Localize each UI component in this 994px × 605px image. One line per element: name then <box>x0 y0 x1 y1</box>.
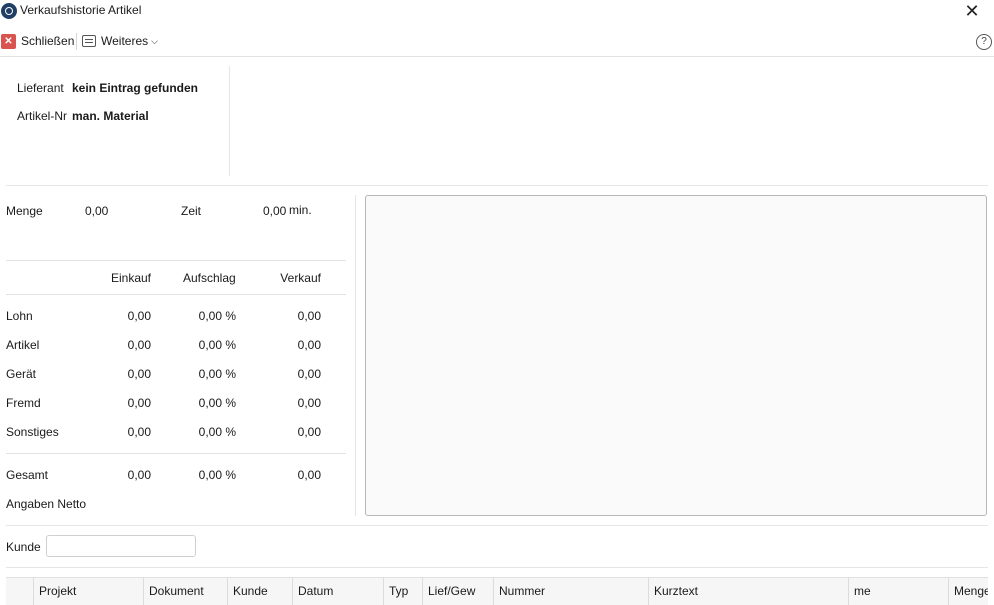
lieferant-label: Lieferant <box>17 81 64 95</box>
geraet-aufschlag: 0,00 % <box>198 367 236 381</box>
window-title: Verkaufshistorie Artikel <box>20 3 142 17</box>
sonstiges-verkauf: 0,00 <box>297 425 321 439</box>
close-button-label: Schließen <box>21 34 75 48</box>
divider <box>6 567 988 568</box>
fremd-verkauf: 0,00 <box>297 396 321 410</box>
divider <box>6 453 346 454</box>
divider <box>6 294 346 295</box>
fremd-einkauf: 0,00 <box>127 396 151 410</box>
artikel-nr-value: man. Material <box>72 109 149 123</box>
zeit-label: Zeit <box>181 204 202 218</box>
grid-header: Projekt Dokument Kunde Datum Typ Lief/Ge… <box>6 577 988 605</box>
lohn-aufschlag: 0,00 % <box>198 309 236 323</box>
help-icon[interactable]: ? <box>976 34 992 50</box>
divider-vertical <box>229 66 230 176</box>
divider-vertical <box>355 195 356 516</box>
zeit-unit: min. <box>289 203 312 217</box>
artikel-einkauf: 0,00 <box>127 338 151 352</box>
artikel-nr-label: Artikel-Nr <box>17 109 67 123</box>
close-red-icon: ✕ <box>1 33 16 49</box>
title-bar <box>0 0 994 24</box>
close-button[interactable]: ✕ Schließen <box>1 32 74 50</box>
list-icon <box>82 35 96 47</box>
grid-col-menge[interactable]: Menge <box>948 578 988 605</box>
gesamt-verkauf: 0,00 <box>297 468 321 482</box>
grid-col-dokument[interactable]: Dokument <box>143 578 227 605</box>
header-einkauf: Einkauf <box>110 271 151 285</box>
lieferant-value: kein Eintrag gefunden <box>72 81 199 95</box>
grid-col-kunde[interactable]: Kunde <box>227 578 292 605</box>
row-label-geraet: Gerät <box>6 367 37 381</box>
grid-col-select[interactable] <box>6 578 33 605</box>
divider <box>6 525 988 526</box>
lohn-verkauf: 0,00 <box>297 309 321 323</box>
geraet-einkauf: 0,00 <box>127 367 151 381</box>
kunde-input[interactable] <box>46 535 196 557</box>
divider <box>6 260 346 261</box>
grid-col-lief-gew[interactable]: Lief/Gew <box>422 578 493 605</box>
artikel-aufschlag: 0,00 % <box>198 338 236 352</box>
fremd-aufschlag: 0,00 % <box>198 396 236 410</box>
grid-col-projekt[interactable]: Projekt <box>33 578 143 605</box>
sonstiges-einkauf: 0,00 <box>127 425 151 439</box>
grid-col-me[interactable]: me <box>848 578 948 605</box>
divider <box>6 185 988 186</box>
header-aufschlag: Aufschlag <box>183 271 236 285</box>
kunde-label: Kunde <box>6 540 41 554</box>
close-window-icon[interactable]: ✕ <box>962 1 982 21</box>
preview-panel <box>365 195 987 516</box>
toolbar-divider <box>0 56 994 57</box>
chevron-down-icon: ⌵ <box>151 35 158 46</box>
grid-col-kurztext[interactable]: Kurztext <box>648 578 848 605</box>
row-label-lohn: Lohn <box>6 309 33 323</box>
app-logo-icon <box>1 3 17 19</box>
row-label-artikel: Artikel <box>6 338 40 352</box>
header-verkauf: Verkauf <box>280 271 321 285</box>
more-menu-button[interactable]: Weiteres ⌵ <box>82 32 158 50</box>
menge-label: Menge <box>6 204 43 218</box>
lohn-einkauf: 0,00 <box>127 309 151 323</box>
grid-col-datum[interactable]: Datum <box>292 578 383 605</box>
sonstiges-aufschlag: 0,00 % <box>198 425 236 439</box>
netto-note: Angaben Netto <box>6 497 87 511</box>
geraet-verkauf: 0,00 <box>297 367 321 381</box>
grid-col-typ[interactable]: Typ <box>383 578 422 605</box>
artikel-verkauf: 0,00 <box>297 338 321 352</box>
zeit-value: 0,00 <box>263 204 287 218</box>
row-label-sonstiges: Sonstiges <box>6 425 59 439</box>
row-label-fremd: Fremd <box>6 396 41 410</box>
gesamt-aufschlag: 0,00 % <box>198 468 236 482</box>
toolbar-separator <box>76 33 77 50</box>
gesamt-einkauf: 0,00 <box>127 468 151 482</box>
grid-col-nummer[interactable]: Nummer <box>493 578 648 605</box>
more-button-label: Weiteres <box>101 34 149 48</box>
menge-value: 0,00 <box>85 204 109 218</box>
row-label-gesamt: Gesamt <box>6 468 49 482</box>
